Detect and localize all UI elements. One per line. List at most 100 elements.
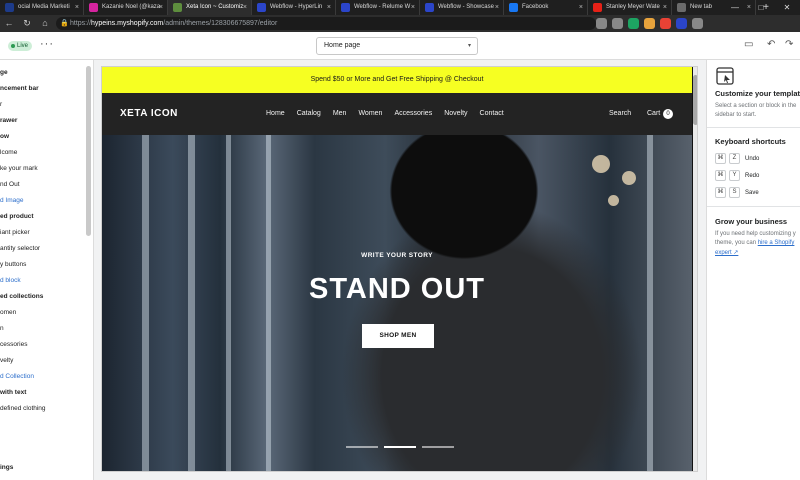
tab-title: Xeta Icon ~ Customiz xyxy=(186,4,244,10)
browser-tab[interactable]: Webflow - Relume W × xyxy=(336,0,420,15)
url-path: /admin/themes/128306675897/editor xyxy=(163,20,278,27)
extension-icon[interactable] xyxy=(692,18,703,29)
close-tab-icon[interactable]: × xyxy=(75,0,79,15)
search-link[interactable]: Search xyxy=(609,110,631,117)
sidebar-item[interactable]: y buttons xyxy=(0,261,26,268)
close-tab-icon[interactable]: × xyxy=(327,0,331,15)
nav-link-novelty[interactable]: Novelty xyxy=(444,110,467,117)
browser-tab[interactable]: Webflow - HyperLin × xyxy=(252,0,336,15)
browser-tab[interactable]: Xeta Icon ~ Customiz × xyxy=(168,0,252,15)
browser-tab[interactable]: Webflow - Showcase × xyxy=(420,0,504,15)
extension-icon[interactable] xyxy=(644,18,655,29)
nav-link-contact[interactable]: Contact xyxy=(480,110,504,117)
close-tab-icon[interactable]: × xyxy=(243,0,247,15)
sidebar-item[interactable]: ow xyxy=(0,133,9,140)
browser-tab[interactable]: Kazanie Noel (@kaza × xyxy=(84,0,168,15)
refresh-icon[interactable]: ↻ xyxy=(18,15,36,32)
close-tab-icon[interactable]: × xyxy=(663,0,667,15)
extension-icon[interactable] xyxy=(676,18,687,29)
device-preview-icon[interactable]: ▭ xyxy=(744,39,753,50)
tab-favicon-icon xyxy=(677,3,686,12)
modifier-key-icon: ⌘ xyxy=(715,153,726,164)
close-tab-icon[interactable]: × xyxy=(411,0,415,15)
sidebar-scrollbar[interactable] xyxy=(86,66,91,236)
add-block-link[interactable]: d block xyxy=(0,277,21,284)
store-logo[interactable]: XETA ICON xyxy=(120,108,178,119)
browser-tab[interactable]: ocial Media Marketi × xyxy=(0,0,84,15)
minimize-button[interactable]: — xyxy=(722,0,748,15)
sidebar-item[interactable]: cessories xyxy=(0,341,27,348)
hire-expert-link[interactable]: hire a Shopify xyxy=(758,240,795,246)
undo-icon[interactable]: ↶ xyxy=(767,39,775,50)
preview-scroll-thumb[interactable] xyxy=(693,75,697,125)
maximize-button[interactable]: □ xyxy=(748,0,774,15)
add-block-link[interactable]: d Collection xyxy=(0,373,34,380)
tab-favicon-icon xyxy=(593,3,602,12)
tab-title: Webflow - Relume W xyxy=(354,4,411,10)
extension-icon[interactable] xyxy=(628,18,639,29)
sidebar-item[interactable]: omen xyxy=(0,309,16,316)
sidebar-item[interactable]: ncement bar xyxy=(0,85,39,92)
sidebar-item[interactable]: nd Out xyxy=(0,181,20,188)
home-icon[interactable]: ⌂ xyxy=(36,15,54,32)
nav-link-accessories[interactable]: Accessories xyxy=(394,110,432,117)
sidebar-item[interactable]: rawer xyxy=(0,117,17,124)
redo-icon[interactable]: ↷ xyxy=(785,39,793,50)
preview-scrollbar[interactable] xyxy=(693,67,697,471)
extension-icon[interactable] xyxy=(612,18,623,29)
announcement-bar[interactable]: Spend $50 or More and Get Free Shipping … xyxy=(102,67,692,93)
grow-title: Grow your business xyxy=(715,217,788,226)
address-bar[interactable]: 🔒 https://hypeins.myshopify.com/admin/the… xyxy=(56,17,596,30)
sidebar-item[interactable]: defined clothing xyxy=(0,405,46,412)
close-window-button[interactable]: ✕ xyxy=(774,0,800,15)
browser-tab[interactable]: Stanley Meyer Wate × xyxy=(588,0,672,15)
slide-indicator[interactable] xyxy=(346,446,378,448)
bokeh-light xyxy=(622,171,636,185)
nav-link-women[interactable]: Women xyxy=(358,110,382,117)
sidebar-item[interactable]: ed product xyxy=(0,213,34,220)
sidebar-item[interactable]: iant picker xyxy=(0,229,30,236)
tab-favicon-icon xyxy=(5,3,14,12)
sidebar-item[interactable]: ke your mark xyxy=(0,165,38,172)
preview-area: Spend $50 or More and Get Free Shipping … xyxy=(94,60,706,480)
browser-tab[interactable]: Facebook × xyxy=(504,0,588,15)
more-actions-button[interactable]: ··· xyxy=(40,38,54,50)
sidebar-item[interactable]: velty xyxy=(0,357,13,364)
tab-title: New tab xyxy=(690,4,713,10)
shop-men-button[interactable]: SHOP MEN xyxy=(362,324,434,348)
slide-indicator[interactable] xyxy=(384,446,416,448)
bokeh-light xyxy=(608,195,619,206)
back-icon[interactable]: ← xyxy=(0,15,18,32)
sidebar-item[interactable]: with text xyxy=(0,389,26,396)
page-selector[interactable]: Home page ▾ xyxy=(316,37,478,55)
tab-favicon-icon xyxy=(341,3,350,12)
extension-icon[interactable] xyxy=(660,18,671,29)
grow-text-line: expert ↗ xyxy=(715,249,738,256)
nav-link-home[interactable]: Home xyxy=(266,110,285,117)
sidebar-item[interactable]: antity selector xyxy=(0,245,40,252)
sidebar-item[interactable]: r xyxy=(0,101,2,108)
extension-icon[interactable] xyxy=(596,18,607,29)
store-header: XETA ICON Home Catalog Men Women Accessories… xyxy=(102,93,692,135)
shortcut-row: ⌘ S Save xyxy=(715,187,759,198)
sidebar-item[interactable]: ge xyxy=(0,69,8,76)
sidebar-item[interactable]: n xyxy=(0,325,4,332)
shortcut-action: Redo xyxy=(745,172,760,179)
add-block-link[interactable]: d Image xyxy=(0,197,24,204)
close-tab-icon[interactable]: × xyxy=(495,0,499,15)
sidebar-item[interactable]: ed collections xyxy=(0,293,43,300)
cart-link[interactable]: Cart xyxy=(647,110,660,117)
close-tab-icon[interactable]: × xyxy=(159,0,163,15)
nav-link-men[interactable]: Men xyxy=(333,110,347,117)
hire-expert-link-cont[interactable]: expert ↗ xyxy=(715,250,738,256)
sidebar-item[interactable]: lcome xyxy=(0,149,17,156)
close-tab-icon[interactable]: × xyxy=(579,0,583,15)
slide-indicator[interactable] xyxy=(422,446,454,448)
tab-favicon-icon xyxy=(425,3,434,12)
modifier-key-icon: ⌘ xyxy=(715,170,726,181)
nav-link-catalog[interactable]: Catalog xyxy=(297,110,321,117)
grow-text-line: If you need help customizing y xyxy=(715,231,796,237)
live-status-badge: Live xyxy=(8,41,33,51)
sidebar-item[interactable]: ings xyxy=(0,464,13,471)
browser-tab-strip: ocial Media Marketi × Kazanie Noel (@kaza ×… xyxy=(0,0,800,15)
